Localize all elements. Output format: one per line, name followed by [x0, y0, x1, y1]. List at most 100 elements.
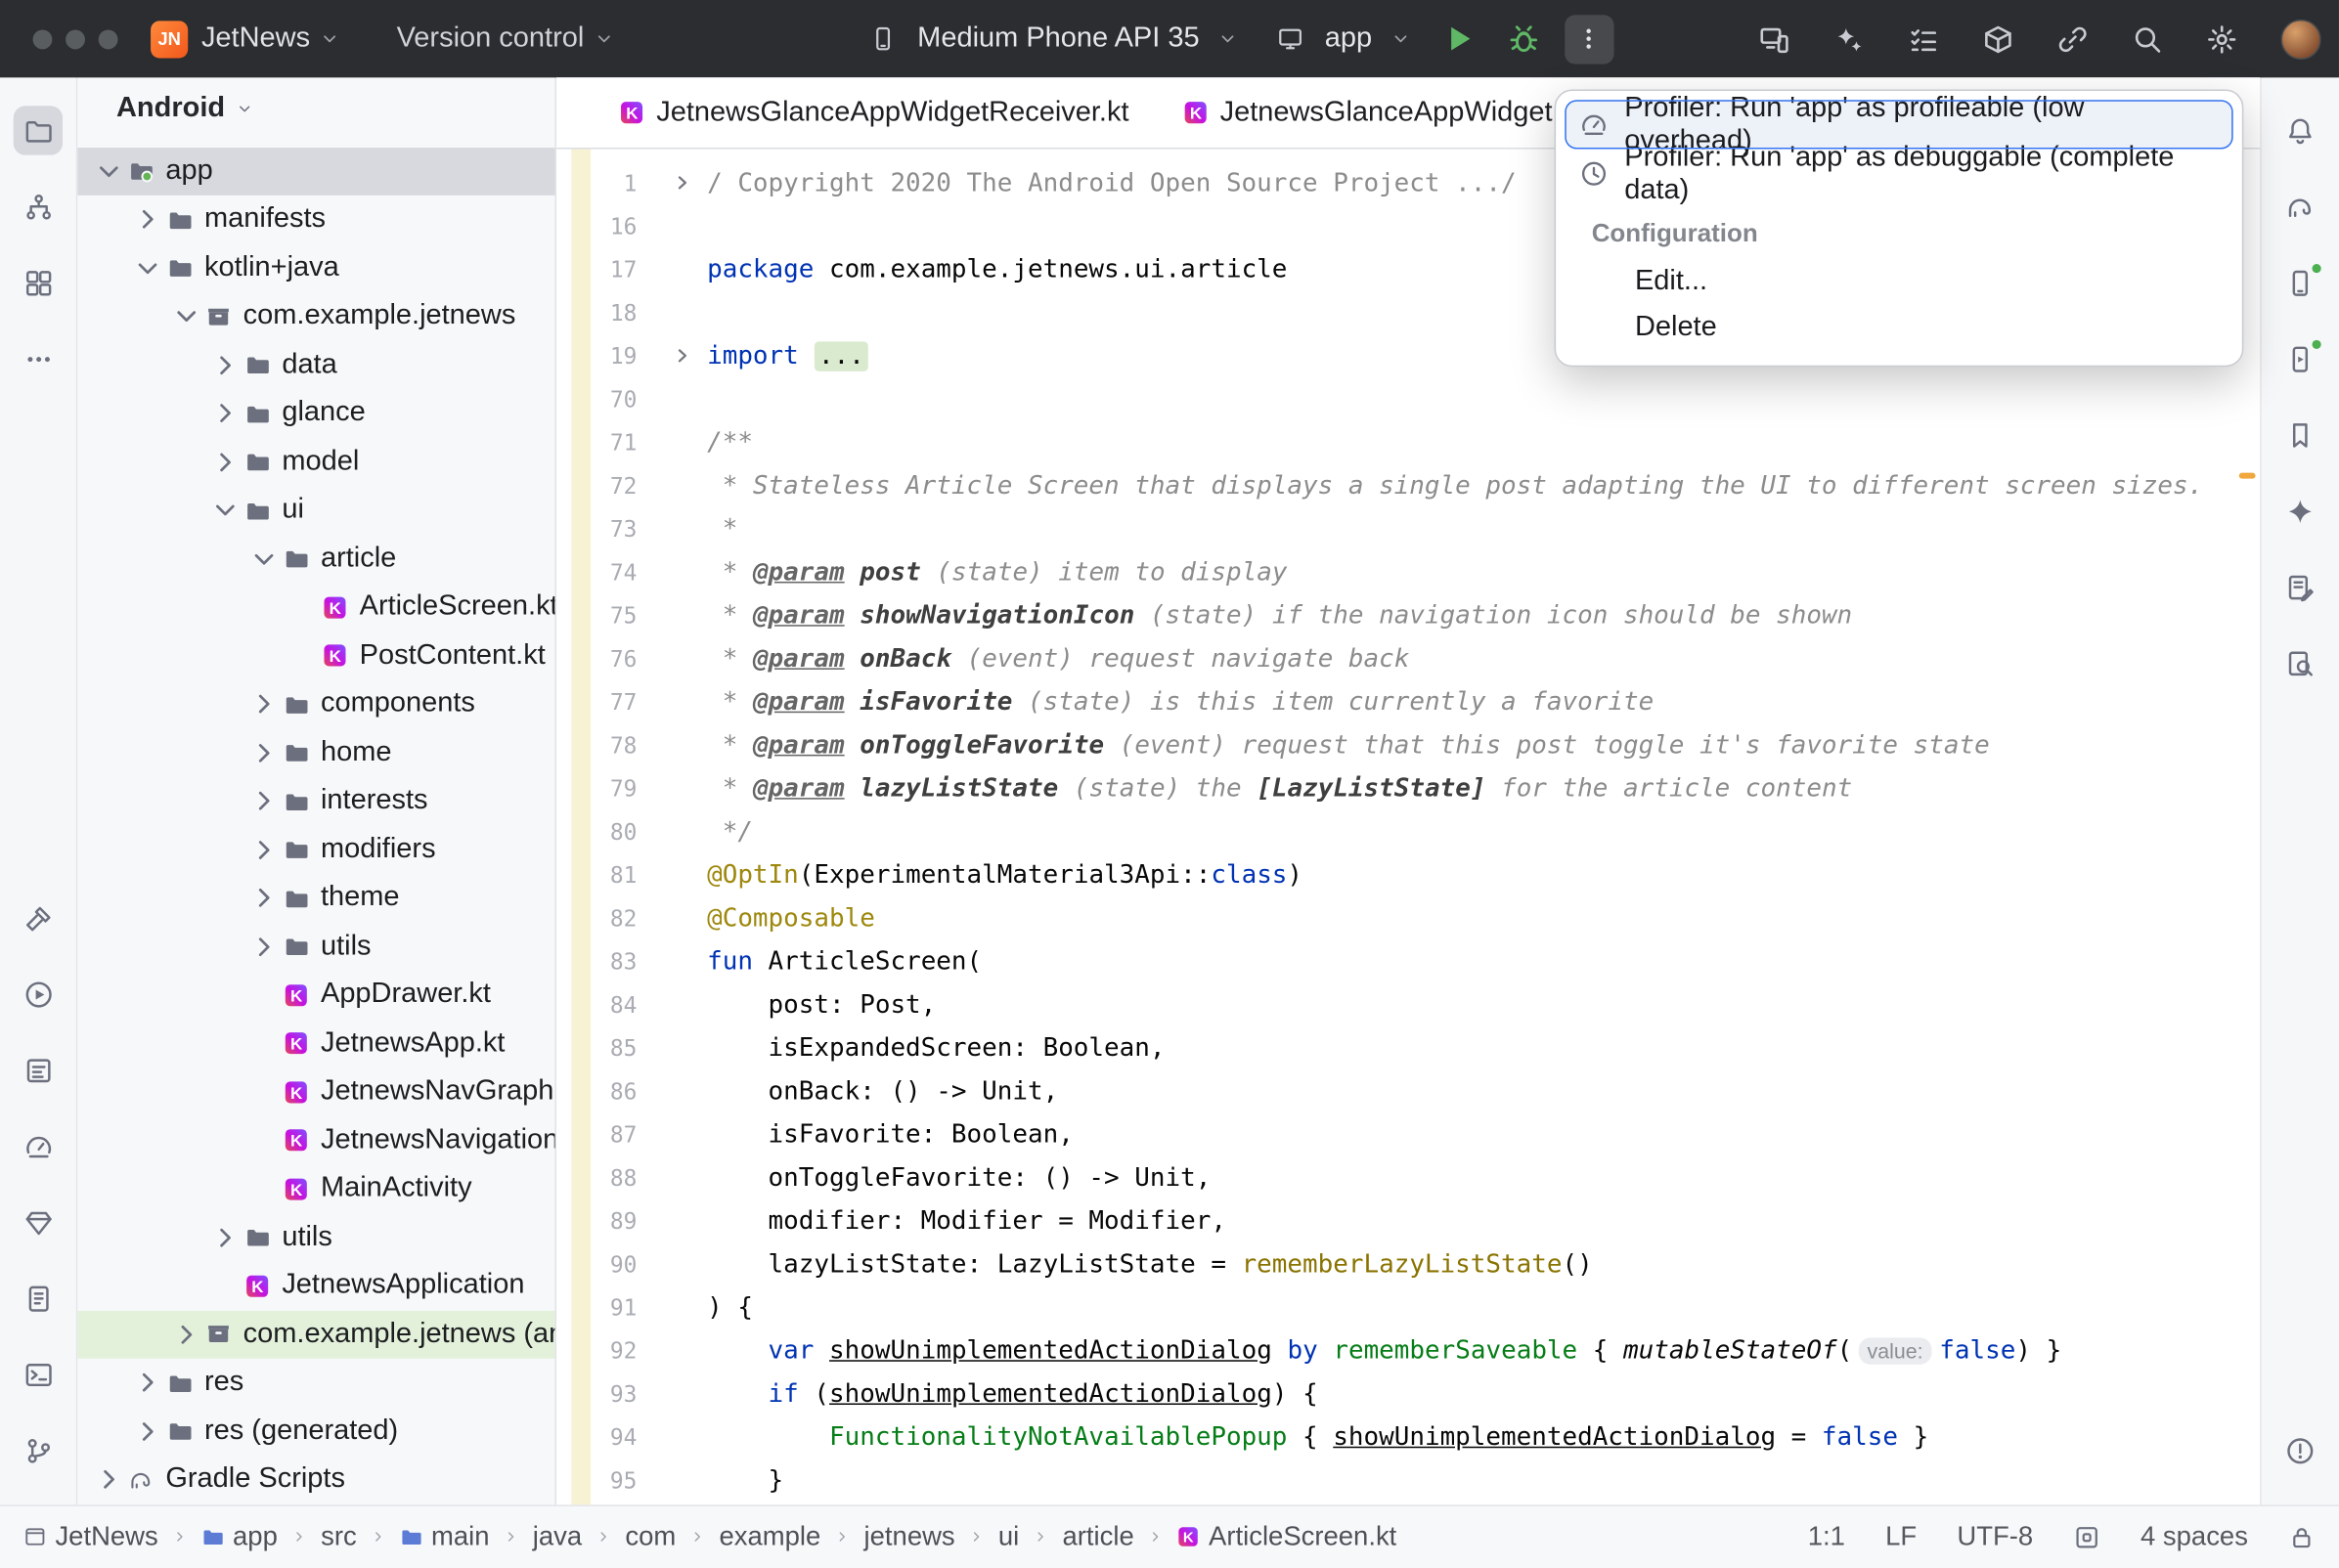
tree-item-mainactivity[interactable]: KMainActivity: [77, 1164, 554, 1213]
chevron-right-icon[interactable]: [93, 1466, 126, 1493]
tree-item-glance[interactable]: glance: [77, 389, 554, 438]
tree-item-home[interactable]: home: [77, 728, 554, 777]
chevron-right-icon[interactable]: [247, 885, 281, 911]
close-window-button[interactable]: [33, 29, 53, 49]
tree-item-res[interactable]: res: [77, 1359, 554, 1408]
chevron-right-icon[interactable]: [170, 1321, 203, 1347]
chevron-right-icon[interactable]: [131, 1417, 164, 1444]
tree-item-articlescreen-kt[interactable]: KArticleScreen.kt: [77, 583, 554, 632]
breadcrumb-item[interactable]: src: [321, 1521, 357, 1552]
breadcrumb-item[interactable]: jetnews: [864, 1521, 955, 1552]
readonly-lock-icon[interactable]: [2288, 1523, 2315, 1549]
version-control-menu-button[interactable]: Version control: [397, 22, 614, 56]
search-icon[interactable]: [2132, 23, 2163, 55]
popup-action-delete[interactable]: Delete: [1565, 304, 2232, 350]
chevron-right-icon[interactable]: [209, 400, 243, 426]
gemini-icon[interactable]: [2275, 486, 2324, 535]
tree-item-postcontent-kt[interactable]: KPostContent.kt: [77, 632, 554, 680]
fold-arrow-icon[interactable]: [637, 346, 707, 366]
user-avatar[interactable]: [2280, 19, 2320, 59]
caret-position[interactable]: 1:1: [1808, 1521, 1845, 1552]
tree-item-appdrawer-kt[interactable]: KAppDrawer.kt: [77, 971, 554, 1020]
breadcrumb-item[interactable]: app: [201, 1521, 278, 1552]
debug-button[interactable]: [1506, 22, 1540, 56]
find-usages-icon[interactable]: [2275, 638, 2324, 687]
profiler-tool-icon[interactable]: [14, 1122, 63, 1171]
chevron-down-icon[interactable]: [93, 157, 126, 184]
checklist-icon[interactable]: [1908, 23, 1939, 55]
tree-item-jetnewsnavigation[interactable]: KJetnewsNavigation: [77, 1116, 554, 1165]
tree-item-ui[interactable]: ui: [77, 486, 554, 535]
maximize-window-button[interactable]: [99, 29, 118, 49]
problems-icon[interactable]: [2275, 1426, 2324, 1475]
gradle-icon[interactable]: [2275, 182, 2324, 231]
tree-item-theme[interactable]: theme: [77, 874, 554, 923]
resource-manager-icon[interactable]: [14, 258, 63, 307]
tree-item-app[interactable]: app: [77, 147, 554, 196]
version-control-icon[interactable]: [14, 1426, 63, 1475]
tree-item-jetnewsnavgraph[interactable]: KJetnewsNavGraph.: [77, 1067, 554, 1116]
tree-item-data[interactable]: data: [77, 341, 554, 390]
popup-item-debuggable[interactable]: Profiler: Run 'app' as debuggable (compl…: [1565, 150, 2232, 198]
notifications-icon[interactable]: [2275, 106, 2324, 154]
tree-item-jetnewsapplication[interactable]: KJetnewsApplication: [77, 1262, 554, 1311]
chevron-right-icon[interactable]: [131, 206, 164, 233]
tree-item-interests[interactable]: interests: [77, 777, 554, 826]
structure-icon[interactable]: [14, 182, 63, 231]
plugins-icon[interactable]: [1982, 23, 2013, 55]
more-tools-icon[interactable]: [14, 334, 63, 383]
device-selector[interactable]: Medium Phone API 35: [869, 22, 1238, 56]
assistant-icon[interactable]: [2275, 562, 2324, 611]
chevron-down-icon[interactable]: [209, 497, 243, 523]
running-devices-icon[interactable]: [2275, 334, 2324, 383]
breadcrumb-item[interactable]: example: [720, 1521, 821, 1552]
chevron-right-icon[interactable]: [247, 788, 281, 814]
run-button[interactable]: [1440, 21, 1477, 57]
chevron-right-icon[interactable]: [247, 691, 281, 718]
device-manager-icon[interactable]: [2275, 258, 2324, 307]
tree-item-manifests[interactable]: manifests: [77, 196, 554, 244]
tree-item-utils[interactable]: utils: [77, 923, 554, 972]
tree-item-modifiers[interactable]: modifiers: [77, 825, 554, 874]
project-folder-icon[interactable]: [14, 106, 63, 154]
chevron-right-icon[interactable]: [247, 836, 281, 862]
chevron-right-icon[interactable]: [247, 739, 281, 765]
file-encoding[interactable]: UTF-8: [1957, 1521, 2033, 1552]
breadcrumb-item[interactable]: KArticleScreen.kt: [1177, 1521, 1396, 1552]
chevron-right-icon[interactable]: [209, 449, 243, 475]
logcat-icon[interactable]: [14, 1046, 63, 1095]
line-ending[interactable]: LF: [1885, 1521, 1917, 1552]
breadcrumb-item[interactable]: JetNews: [23, 1521, 157, 1552]
chevron-right-icon[interactable]: [131, 1370, 164, 1396]
tree-item-jetnewsapp-kt[interactable]: KJetnewsApp.kt: [77, 1020, 554, 1068]
terminal-icon[interactable]: [14, 1350, 63, 1399]
run-tool-icon[interactable]: [14, 970, 63, 1019]
editor-tab[interactable]: KJetnewsGlanceAppWidgetReceiver.kt: [593, 77, 1156, 148]
popup-action-edit[interactable]: Edit...: [1565, 258, 2232, 304]
tree-item-res-generated[interactable]: res (generated): [77, 1407, 554, 1456]
indent-size[interactable]: 4 spaces: [2140, 1521, 2248, 1552]
breadcrumb-item[interactable]: article: [1063, 1521, 1134, 1552]
minimize-window-button[interactable]: [66, 29, 85, 49]
chevron-down-icon[interactable]: [247, 545, 281, 572]
run-configuration-selector[interactable]: app: [1277, 22, 1411, 56]
link-icon[interactable]: [2057, 23, 2089, 55]
chevron-right-icon[interactable]: [209, 352, 243, 378]
more-run-actions-button[interactable]: [1565, 14, 1613, 63]
tree-item-utils[interactable]: utils: [77, 1213, 554, 1262]
ai-assistant-icon[interactable]: [1833, 23, 1865, 55]
build-icon[interactable]: [14, 894, 63, 943]
breadcrumb-item[interactable]: ui: [998, 1521, 1019, 1552]
tree-item-model[interactable]: model: [77, 438, 554, 487]
breadcrumb-item[interactable]: main: [400, 1521, 490, 1552]
chevron-right-icon[interactable]: [247, 934, 281, 960]
tree-item-article[interactable]: article: [77, 535, 554, 584]
breadcrumb-item[interactable]: java: [533, 1521, 582, 1552]
tree-item-components[interactable]: components: [77, 680, 554, 729]
indent-settings-icon[interactable]: [2073, 1523, 2099, 1549]
app-insights-icon[interactable]: [14, 1198, 63, 1247]
chevron-down-icon[interactable]: [170, 303, 203, 329]
tree-item-com-example-jetnews[interactable]: com.example.jetnews: [77, 292, 554, 341]
bookmarks-icon[interactable]: [2275, 411, 2324, 459]
device-mirror-icon[interactable]: [1759, 23, 1790, 55]
